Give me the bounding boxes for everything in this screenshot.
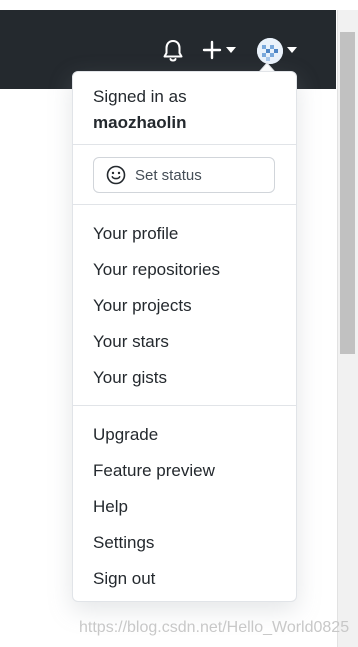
chevron-down-icon[interactable] (287, 47, 297, 53)
menu-item-feature-preview[interactable]: Feature preview (93, 461, 215, 481)
menu-item-your-repositories[interactable]: Your repositories (93, 260, 220, 280)
chevron-down-icon[interactable] (226, 47, 236, 53)
menu-divider (73, 144, 296, 145)
menu-item-your-stars[interactable]: Your stars (93, 332, 169, 352)
menu-item-your-projects[interactable]: Your projects (93, 296, 192, 316)
menu-divider (73, 405, 296, 406)
scrollbar-thumb[interactable] (340, 32, 355, 354)
bell-icon[interactable] (160, 38, 186, 64)
plus-icon[interactable] (202, 40, 222, 60)
signed-in-label: Signed in as (93, 87, 187, 106)
menu-divider (73, 204, 296, 205)
user-dropdown-menu: Signed in as maozhaolin Set status Your … (72, 71, 297, 602)
menu-item-sign-out[interactable]: Sign out (93, 569, 155, 589)
username: maozhaolin (93, 113, 187, 132)
top-strip (0, 0, 358, 10)
set-status-button[interactable]: Set status (93, 157, 275, 193)
smiley-icon (106, 165, 126, 185)
set-status-label: Set status (135, 167, 202, 184)
menu-item-help[interactable]: Help (93, 497, 128, 517)
menu-item-your-gists[interactable]: Your gists (93, 368, 167, 388)
menu-item-settings[interactable]: Settings (93, 533, 154, 553)
avatar[interactable] (257, 38, 283, 64)
menu-item-upgrade[interactable]: Upgrade (93, 425, 158, 445)
watermark: https://blog.csdn.net/Hello_World0825 (79, 619, 350, 636)
menu-item-your-profile[interactable]: Your profile (93, 224, 178, 244)
